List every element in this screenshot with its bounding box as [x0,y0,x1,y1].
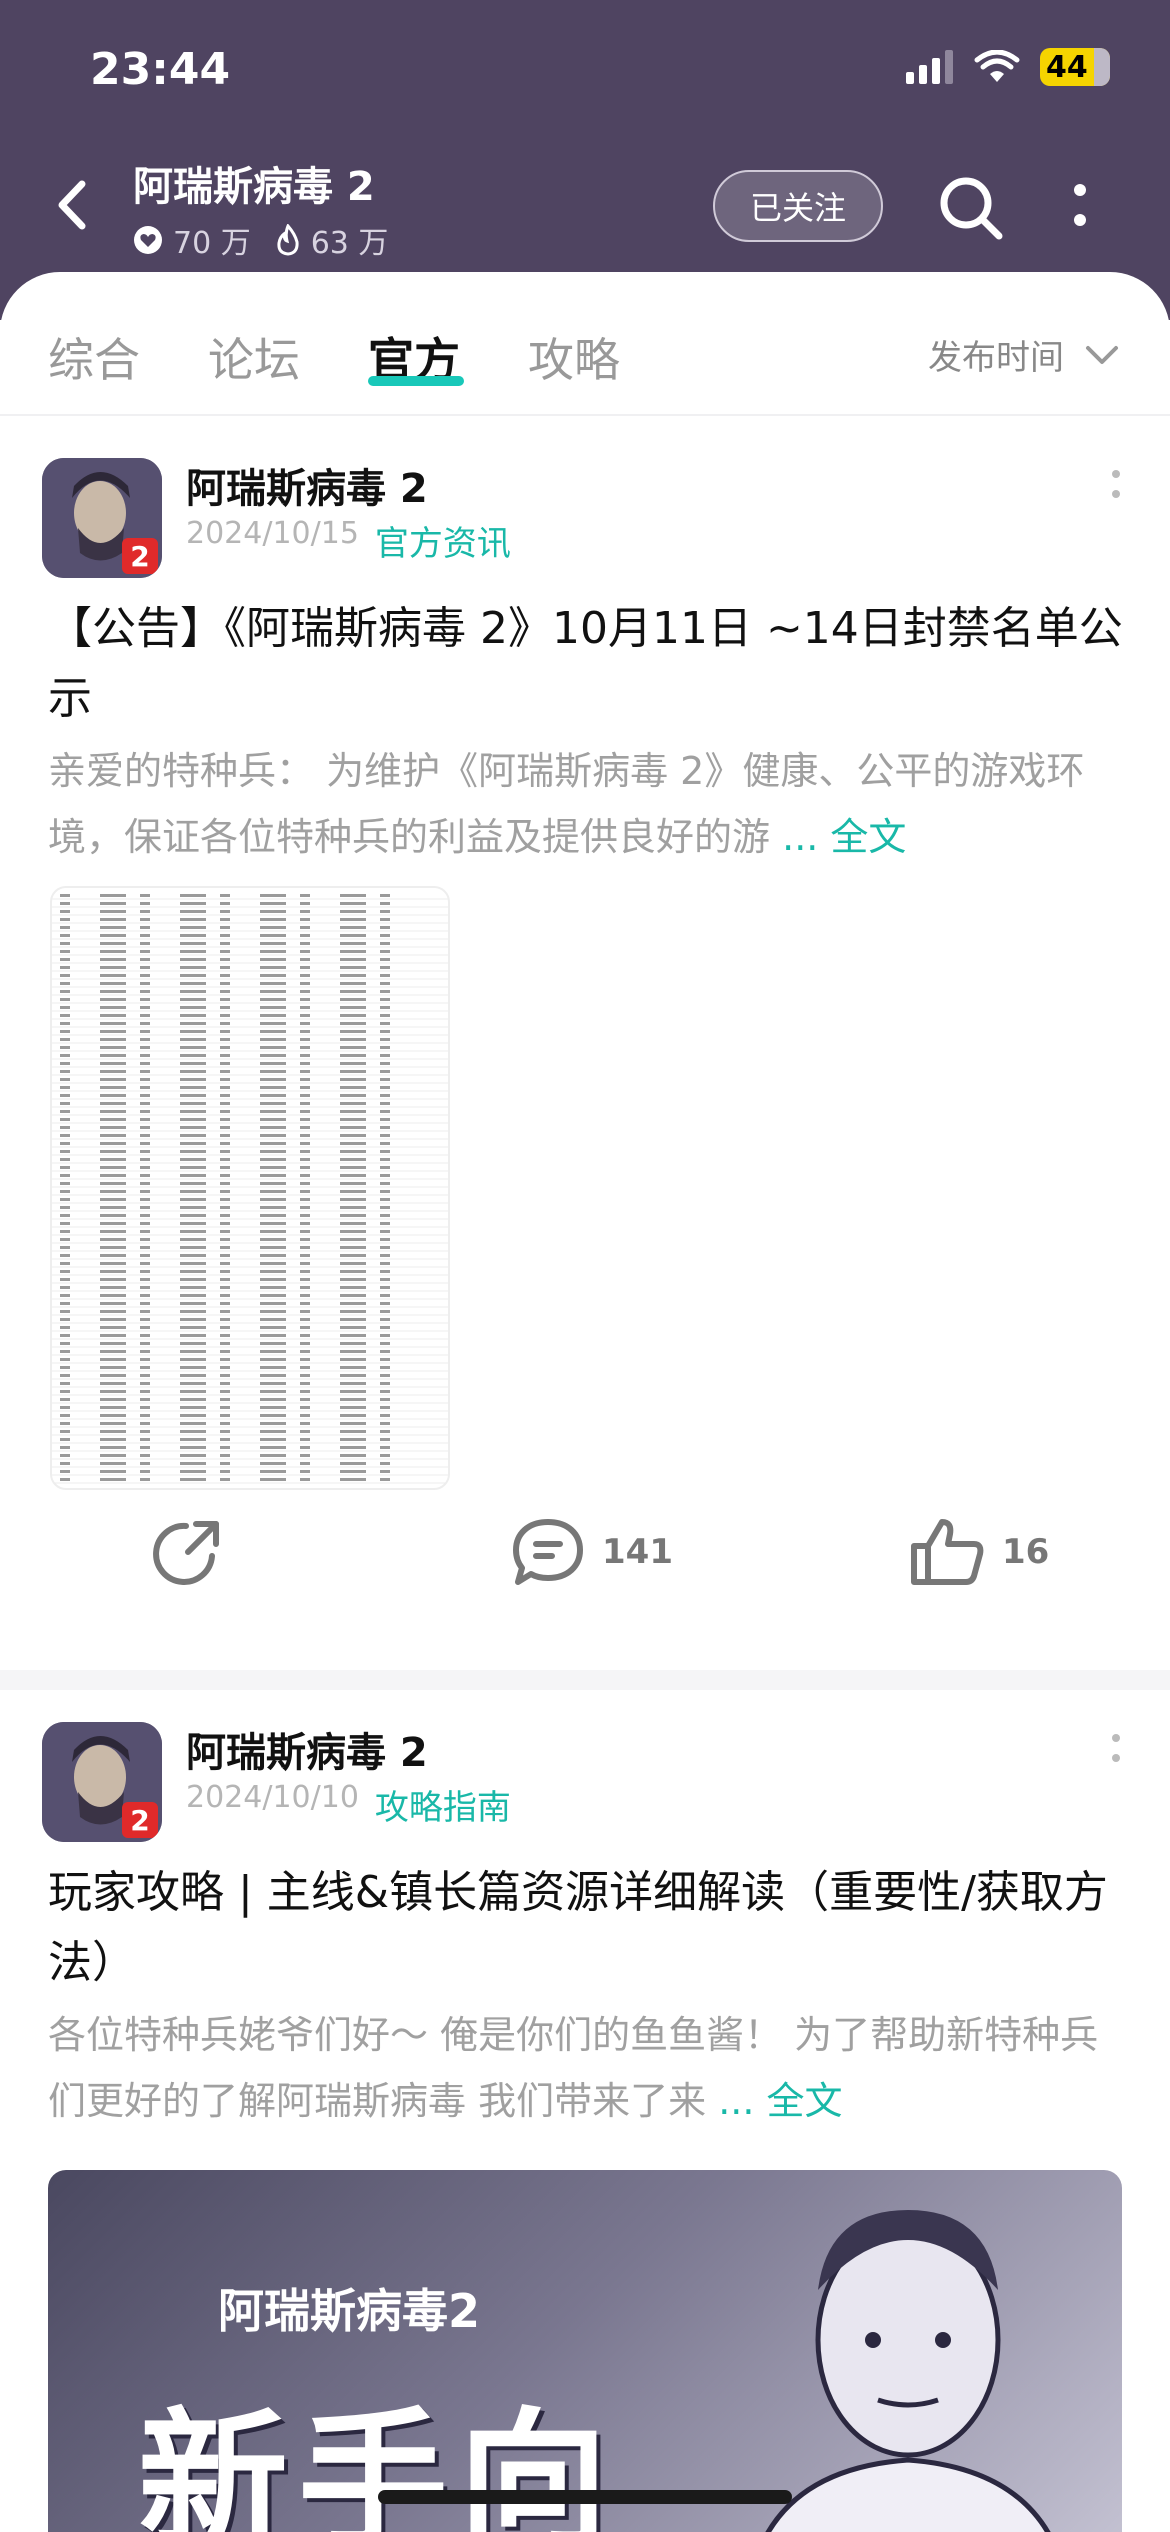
thumbs-up-icon [911,1519,984,1585]
post-date: 2024/10/10 [186,1780,359,1815]
post-image[interactable] [50,886,450,1490]
comment-count: 141 [602,1532,673,1572]
post-category[interactable]: 攻略指南 [375,1780,511,1829]
spreadsheet-image [52,894,448,1484]
wifi-icon [974,50,1020,82]
read-more-link[interactable]: ... 全文 [782,815,906,859]
tab-forum[interactable]: 论坛 [208,324,300,390]
post-author[interactable]: 阿瑞斯病毒 2 [186,1720,428,1778]
post-actions: 141 16 [0,1516,1170,1606]
nav-bar: 阿瑞斯病毒 2 70 万 63 万 已关注 [0,150,1170,280]
more-button[interactable] [1060,172,1100,244]
like-count: 16 [1002,1532,1050,1572]
author-avatar[interactable]: 2 [42,1722,162,1842]
post-more-button[interactable] [1106,1730,1126,1770]
heat-count: 63 万 [310,226,389,261]
share-icon [153,1521,219,1585]
game-avatar-icon: 2 [42,1722,162,1842]
followers-count: 70 万 [173,226,251,261]
home-indicator[interactable] [378,2490,792,2504]
status-time: 23:44 [90,44,231,95]
post-excerpt[interactable]: 亲爱的特种兵： 为维护《阿瑞斯病毒 2》健康、公平的游戏环境，保证各位特种兵的利… [48,738,1128,870]
svg-text:2: 2 [130,540,149,573]
post-meta: 2024/10/10 攻略指南 [186,1780,511,1829]
post-banner-image[interactable]: 阿瑞斯病毒2 新手向 [48,2170,1122,2532]
tab-guides[interactable]: 攻略 [528,324,620,390]
like-button[interactable]: 16 [910,1516,1049,1588]
more-vertical-icon [1112,1734,1120,1762]
game-stats: 70 万 63 万 [133,218,388,262]
tab-overview[interactable]: 综合 [48,324,140,390]
post-card[interactable]: 2 阿瑞斯病毒 2 2024/10/10 攻略指南 玩家攻略 | 主线&镇长篇资… [0,1690,1170,2532]
more-vertical-icon [1112,470,1120,498]
search-button[interactable] [935,172,1007,244]
svg-text:2: 2 [130,1804,149,1837]
post-excerpt-text: 各位特种兵姥爷们好～ 俺是你们的鱼鱼酱！ 为了帮助新特种兵们更好的了解阿瑞斯病毒… [48,2013,1099,2123]
game-avatar-icon: 2 [42,458,162,578]
author-avatar[interactable]: 2 [42,458,162,578]
status-icons: 44 [906,48,1110,86]
battery-level: 44 [1046,49,1088,85]
flame-icon [277,224,299,256]
tab-bar: 综合 论坛 官方 攻略 发布时间 [0,272,1170,416]
heart-icon [134,226,162,254]
post-title[interactable]: 【公告】《阿瑞斯病毒 2》10月11日 ~14日封禁名单公示 [48,594,1128,734]
more-vertical-icon [1074,184,1086,226]
battery-icon: 44 [1040,48,1110,86]
read-more-link[interactable]: ... 全文 [718,2079,842,2123]
sort-label: 发布时间 [928,338,1064,378]
post-excerpt[interactable]: 各位特种兵姥爷们好～ 俺是你们的鱼鱼酱！ 为了帮助新特种兵们更好的了解阿瑞斯病毒… [48,2002,1128,2134]
banner-subtitle: 阿瑞斯病毒2 [218,2284,481,2338]
back-button[interactable] [40,170,110,240]
game-title: 阿瑞斯病毒 2 [133,164,375,210]
content-panel: 综合 论坛 官方 攻略 发布时间 2 阿瑞斯病毒 2 2024/10/15 官方… [0,272,1170,2532]
banner-headline: 新手向 [138,2395,619,2532]
followers-stat: 70 万 [133,218,251,262]
comment-icon [513,1519,583,1585]
follow-button[interactable]: 已关注 [713,170,883,242]
heat-stat: 63 万 [275,218,389,262]
chevron-left-icon [58,180,86,230]
post-category[interactable]: 官方资讯 [375,516,511,565]
post-divider [0,1670,1170,1690]
search-icon [940,177,1003,240]
sort-dropdown[interactable]: 发布时间 [928,330,1120,379]
signal-icon [906,50,953,84]
post-excerpt-text: 亲爱的特种兵： 为维护《阿瑞斯病毒 2》健康、公平的游戏环境，保证各位特种兵的利… [48,749,1085,859]
active-tab-indicator [368,376,464,386]
comment-button[interactable]: 141 [510,1516,673,1588]
status-bar: 23:44 44 [0,0,1170,150]
chevron-down-icon [1086,345,1118,364]
post-date: 2024/10/15 [186,516,359,551]
share-button[interactable] [152,1516,224,1588]
post-more-button[interactable] [1106,466,1126,506]
post-meta: 2024/10/15 官方资讯 [186,516,511,565]
post-author[interactable]: 阿瑞斯病毒 2 [186,456,428,514]
post-title[interactable]: 玩家攻略 | 主线&镇长篇资源详细解读（重要性/获取方法） [48,1858,1128,1998]
